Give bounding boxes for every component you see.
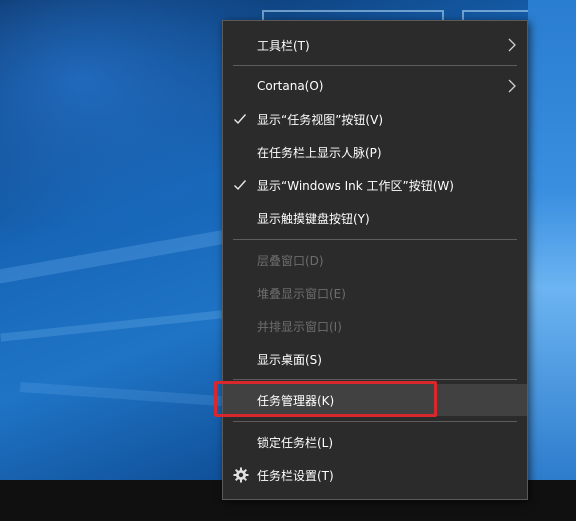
check-icon <box>234 180 247 191</box>
menu-item-stack-windows[interactable]: 堆叠显示窗口(E) <box>223 277 527 309</box>
menu-item-show-task-view-button[interactable]: 显示“任务视图”按钮(V) <box>223 103 527 135</box>
menu-item-label: 显示“Windows Ink 工作区”按钮(W) <box>257 178 454 193</box>
light-beam <box>0 224 259 290</box>
menu-item-show-desktop[interactable]: 显示桌面(S) <box>223 343 527 375</box>
menu-item-show-people[interactable]: 在任务栏上显示人脉(P) <box>223 136 527 168</box>
menu-item-label: 显示桌面(S) <box>257 352 322 367</box>
menu-item-label: 任务栏设置(T) <box>257 468 334 483</box>
chevron-right-icon <box>508 79 516 93</box>
chevron-right-icon <box>508 38 516 52</box>
menu-item-cortana[interactable]: Cortana(O) <box>223 70 527 102</box>
menu-item-label: 显示触摸键盘按钮(Y) <box>257 211 370 226</box>
menu-item-toolbars[interactable]: 工具栏(T) <box>223 29 527 61</box>
annotation-highlight-box <box>214 381 437 417</box>
menu-item-label: 锁定任务栏(L) <box>257 435 334 450</box>
menu-item-label: 工具栏(T) <box>257 38 310 53</box>
menu-item-label: 堆叠显示窗口(E) <box>257 286 346 301</box>
menu-separator <box>233 65 517 66</box>
menu-item-side-by-side-windows[interactable]: 并排显示窗口(I) <box>223 310 527 342</box>
menu-item-label: 层叠窗口(D) <box>257 253 324 268</box>
wallpaper-glow <box>528 0 576 480</box>
menu-item-label: Cortana(O) <box>257 79 324 93</box>
menu-item-label: 并排显示窗口(I) <box>257 319 342 334</box>
menu-item-lock-taskbar[interactable]: 锁定任务栏(L) <box>223 426 527 458</box>
light-beam <box>0 306 260 342</box>
menu-item-cascade-windows[interactable]: 层叠窗口(D) <box>223 244 527 276</box>
taskbar-context-menu: 工具栏(T) Cortana(O) 显示“任务视图”按钮(V) 在任务栏上显示人… <box>222 20 528 500</box>
menu-item-show-touch-keyboard-button[interactable]: 显示触摸键盘按钮(Y) <box>223 202 527 234</box>
menu-separator <box>233 239 517 240</box>
menu-separator <box>233 379 517 380</box>
gear-icon <box>233 467 249 483</box>
menu-item-label: 显示“任务视图”按钮(V) <box>257 112 384 127</box>
check-icon <box>234 114 247 125</box>
menu-separator <box>233 421 517 422</box>
menu-item-label: 在任务栏上显示人脉(P) <box>257 145 382 160</box>
menu-item-show-windows-ink-button[interactable]: 显示“Windows Ink 工作区”按钮(W) <box>223 169 527 201</box>
menu-item-taskbar-settings[interactable]: 任务栏设置(T) <box>223 459 527 491</box>
